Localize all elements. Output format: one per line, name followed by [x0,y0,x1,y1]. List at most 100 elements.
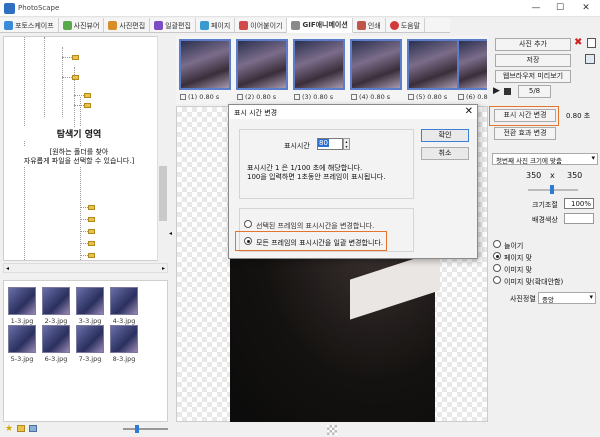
file-thumbnail-list[interactable]: 1-3.jpg 2-3.jpg 3-3.jpg 4-3.jpg 5-3.jpg … [3,280,168,422]
tab-help[interactable]: 도움말 [386,18,426,33]
close-button[interactable]: ✕ [578,2,594,14]
folder-icon[interactable] [88,205,95,210]
play-icon[interactable] [458,94,464,100]
radio-stretch[interactable] [493,240,501,248]
tab-gif-animation[interactable]: GIF애니메이션 [287,18,353,33]
transition-button[interactable]: 전환 효과 변경 [494,127,556,140]
folder-tree[interactable]: 탐색기 영역 [원하는 폴더를 찾아 자유롭게 파일을 선택할 수 있습니다.] [3,36,168,261]
thumbnail-size-slider[interactable] [123,428,168,430]
add-photo-button[interactable]: 사진 추가 [495,38,571,51]
ok-button[interactable]: 확인 [421,129,469,142]
minimize-button[interactable]: — [528,2,544,14]
bg-color-picker[interactable] [564,213,594,224]
radio-fit-image[interactable] [493,264,501,272]
thumbnail-image[interactable] [42,325,70,353]
batch-icon [154,21,164,30]
radio-fit-page[interactable] [493,252,501,260]
transparency-icon[interactable] [327,425,337,435]
folder-icon[interactable] [88,241,95,246]
frame-time: (1) 0.80 s [188,93,220,101]
thumbnail-image[interactable] [76,287,104,315]
browser-preview-button[interactable]: 웹브라우저 미리보기 [495,70,571,83]
tab-label: 포토스케이프 [15,21,54,30]
explorer-hint-line2: 자유롭게 파일을 선택할 수 있습니다.] [4,156,154,166]
frame-thumbnail[interactable] [179,39,231,90]
play-icon[interactable]: ▶ [493,86,500,96]
time-desc-2: 100을 입력하면 1초동안 프레임이 표시됩니다. [247,173,386,181]
play-icon[interactable] [408,94,414,100]
thumbnail-image[interactable] [110,287,138,315]
play-icon[interactable] [351,94,357,100]
frame-time: (4) 0.80 s [359,93,391,101]
folder-icon[interactable] [88,253,95,258]
folder-icon[interactable] [72,75,79,80]
tree-horizontal-scrollbar[interactable]: ◂ ▸ [3,263,168,273]
tab-page[interactable]: 페이지 [196,18,236,33]
star-icon[interactable]: ★ [5,424,13,434]
tab-combine[interactable]: 이어붙이기 [235,18,288,33]
folder-icon[interactable] [84,93,91,98]
frame-label: (5) 0.80 s [408,93,447,101]
time-spinner[interactable]: ▴ ▾ [343,138,350,150]
height-value[interactable]: 350 [567,171,582,180]
folder-icon[interactable] [84,103,91,108]
folder-icon[interactable] [88,217,95,222]
radio-selected-frame[interactable] [244,220,252,228]
play-icon[interactable] [294,94,300,100]
cancel-button[interactable]: 취소 [421,147,469,160]
folder-icon[interactable] [88,229,95,234]
delete-icon[interactable]: ✖ [574,37,582,48]
thumbnail-image[interactable] [8,325,36,353]
time-display: 0.80 초 [566,112,591,120]
copy-icon[interactable] [587,38,596,48]
canvas-size-select[interactable]: 첫번째 사진 크기에 맞춤 [492,153,598,165]
tab-batch[interactable]: 일괄편집 [150,18,196,33]
frame-thumbnail[interactable] [293,39,345,90]
tree-line [74,105,84,106]
play-icon[interactable] [180,94,186,100]
stop-icon[interactable] [504,88,511,95]
thumbnail-image[interactable] [42,287,70,315]
maximize-button[interactable]: ☐ [552,2,568,14]
radio-fit-image-nozoom-label: 이미지 맞(확대안함) [504,278,564,286]
tab-editor[interactable]: 사진편집 [104,18,151,33]
resize-input[interactable]: 100% [564,198,594,209]
play-icon[interactable] [237,94,243,100]
align-label: 사진정렬 [510,295,536,303]
change-time-button[interactable]: 표시 시간 변경 [494,109,556,122]
tab-print[interactable]: 인쇄 [353,18,386,33]
align-select[interactable]: 중앙 [538,292,596,304]
thumbnail-label: 1-3.jpg [10,317,34,325]
scroll-left-icon[interactable]: ◂ [6,265,9,272]
frame-thumbnail[interactable] [236,39,288,90]
list-icon[interactable] [585,54,595,64]
frame-thumbnail[interactable] [457,39,487,90]
frame-thumbnail[interactable] [350,39,402,90]
panel-collapse-icon[interactable]: ◂ [169,230,175,240]
thumbnail-image[interactable] [110,325,138,353]
folder-icon[interactable] [17,425,25,432]
dialog-close-button[interactable]: ✕ [465,106,473,117]
radio-fit-image-nozoom[interactable] [493,276,501,284]
frame-time: (5) 0.80 s [416,93,448,101]
frame-strip[interactable]: (1) 0.80 s (2) 0.80 s (3) 0.80 s (4) 0.8… [176,36,488,104]
width-value[interactable]: 350 [526,171,541,180]
tab-viewer[interactable]: 사진뷰어 [59,18,105,33]
frame-thumbnail[interactable] [407,39,459,90]
explorer-heading: 탐색기 영역 [4,127,154,140]
refresh-folder-icon[interactable] [29,425,37,432]
scroll-right-icon[interactable]: ▸ [162,265,165,272]
time-input[interactable]: 80 [317,138,343,150]
tab-photoscape[interactable]: 포토스케이프 [0,18,59,33]
save-button[interactable]: 저장 [495,54,571,67]
tree-scrollbar[interactable] [157,36,168,261]
folder-icon[interactable] [72,55,79,60]
scrollbar-thumb[interactable] [159,166,167,221]
size-slider-thumb[interactable] [550,185,554,194]
editor-icon [108,21,118,30]
slider-thumb[interactable] [135,425,139,433]
thumbnail-image[interactable] [8,287,36,315]
page-icon [199,21,209,30]
thumbnail-image[interactable] [76,325,104,353]
thumbnail-label: 6-3.jpg [44,355,68,363]
